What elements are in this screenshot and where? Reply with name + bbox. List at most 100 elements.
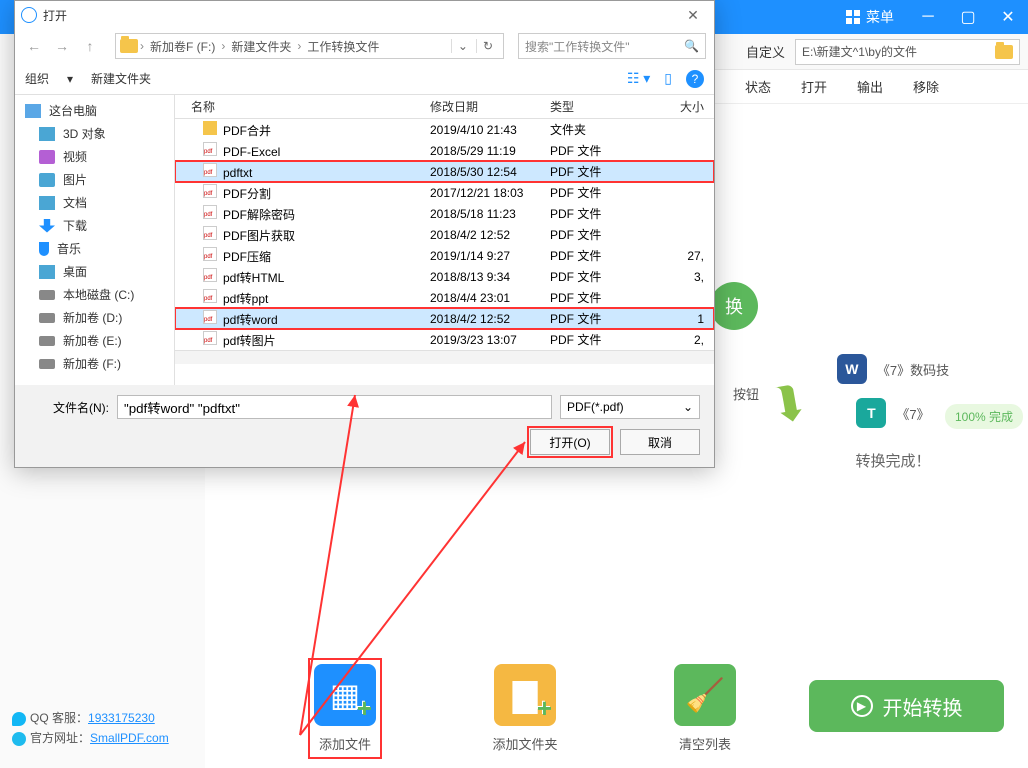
- open-button[interactable]: 打开(O): [530, 429, 610, 455]
- location-icon: [39, 336, 55, 346]
- refresh-button[interactable]: ↻: [476, 39, 499, 53]
- sidebar-item[interactable]: 桌面: [15, 260, 174, 283]
- pdf-icon: [203, 142, 217, 156]
- file-row[interactable]: PDF分割2017/12/21 18:03PDF 文件: [175, 182, 714, 203]
- filetype-select[interactable]: PDF(*.pdf)⌄: [560, 395, 700, 419]
- maximize-button[interactable]: ▢: [948, 0, 988, 34]
- file-list: 名称 修改日期 类型 大小 PDF合并2019/4/10 21:43文件夹PDF…: [175, 95, 714, 385]
- col-status: 状态: [745, 77, 771, 96]
- col-output: 输出: [857, 77, 883, 96]
- add-file-button[interactable]: ▦ 添加文件: [255, 658, 435, 759]
- dialog-titlebar: 打开 ✕: [15, 1, 714, 29]
- dialog-nav: ← → ↑ › 新加卷F (F:) › 新建文件夹 › 工作转换文件 ⌄ ↻ 搜…: [15, 29, 714, 63]
- search-icon: 🔍: [684, 39, 699, 53]
- pdf-icon: [203, 331, 217, 345]
- location-icon: [39, 127, 55, 141]
- file-row[interactable]: PDF-Excel2018/5/29 11:19PDF 文件: [175, 140, 714, 161]
- file-row[interactable]: PDF解除密码2018/5/18 11:23PDF 文件: [175, 203, 714, 224]
- location-icon: [39, 359, 55, 369]
- menu-icon: [846, 10, 860, 24]
- output-path-text: E:\新建文^1\by的文件: [802, 43, 917, 60]
- pdf-icon: [203, 184, 217, 198]
- col-type[interactable]: 类型: [550, 98, 635, 115]
- dialog-title: 打开: [43, 7, 67, 24]
- add-file-icon: ▦: [314, 664, 376, 726]
- preview-pane-button[interactable]: ▯: [664, 70, 672, 87]
- result-panel: 按钮 W 《7》数码技 T 《7》 100% 完成 转换完成！: [773, 354, 1013, 471]
- menu-button[interactable]: 菜单: [832, 0, 908, 34]
- sidebar-item[interactable]: 音乐: [15, 237, 174, 260]
- output-path-field[interactable]: E:\新建文^1\by的文件: [795, 39, 1020, 65]
- pdf-icon: [203, 289, 217, 303]
- done-label: 转换完成！: [773, 450, 1013, 471]
- button-hint: 按钮: [733, 384, 759, 403]
- file-row[interactable]: PDF合并2019/4/10 21:43文件夹: [175, 119, 714, 140]
- qq-icon: [12, 712, 26, 726]
- location-icon: [39, 150, 55, 164]
- new-folder-button[interactable]: 新建文件夹: [91, 70, 151, 87]
- minimize-button[interactable]: ─: [908, 0, 948, 34]
- text-icon: T: [856, 398, 886, 428]
- qq-link[interactable]: 1933175230: [88, 711, 155, 725]
- pdf-icon: [203, 163, 217, 177]
- folder-icon: [995, 45, 1013, 59]
- file-row[interactable]: pdf转图片2019/3/23 13:07PDF 文件2,: [175, 329, 714, 350]
- site-link[interactable]: SmallPDF.com: [90, 731, 169, 745]
- app-icon: [21, 7, 37, 23]
- sidebar-item[interactable]: 这台电脑: [15, 99, 174, 122]
- sidebar-item[interactable]: 图片: [15, 168, 174, 191]
- file-row[interactable]: pdf转HTML2018/8/13 9:34PDF 文件3,: [175, 266, 714, 287]
- breadcrumb-dropdown[interactable]: ⌄: [451, 39, 474, 53]
- sidebar-item[interactable]: 新加卷 (F:): [15, 352, 174, 375]
- file-row[interactable]: pdftxt2018/5/30 12:54PDF 文件: [175, 161, 714, 182]
- file-row[interactable]: PDF压缩2019/1/14 9:27PDF 文件27,: [175, 245, 714, 266]
- menu-label: 菜单: [866, 7, 894, 27]
- col-date[interactable]: 修改日期: [430, 98, 550, 115]
- col-remove: 移除: [913, 77, 939, 96]
- file-row[interactable]: pdf转ppt2018/4/4 23:01PDF 文件: [175, 287, 714, 308]
- horizontal-scrollbar[interactable]: [175, 350, 714, 364]
- play-icon: ▶: [851, 695, 873, 717]
- app-footer: QQ 客服：1933175230 官方网址：SmallPDF.com: [12, 708, 169, 748]
- search-input[interactable]: 搜索"工作转换文件" 🔍: [518, 33, 706, 59]
- back-button[interactable]: ←: [23, 35, 45, 57]
- crumb-folder2[interactable]: 工作转换文件: [303, 38, 383, 55]
- sidebar-item[interactable]: 3D 对象: [15, 122, 174, 145]
- forward-button[interactable]: →: [51, 35, 73, 57]
- up-button[interactable]: ↑: [79, 35, 101, 57]
- folder-icon: [120, 39, 138, 53]
- pdf-icon: [203, 268, 217, 282]
- browser-icon: [12, 732, 26, 746]
- folder-icon: [203, 121, 217, 135]
- start-convert-button[interactable]: ▶ 开始转换: [809, 680, 1004, 732]
- file-open-dialog: 打开 ✕ ← → ↑ › 新加卷F (F:) › 新建文件夹 › 工作转换文件 …: [14, 0, 715, 468]
- file-list-header: 名称 修改日期 类型 大小: [175, 95, 714, 119]
- search-placeholder: 搜索"工作转换文件": [525, 38, 630, 55]
- add-folder-button[interactable]: ▇ 添加文件夹: [435, 664, 615, 753]
- crumb-drive[interactable]: 新加卷F (F:): [146, 38, 219, 55]
- sidebar-item[interactable]: 视频: [15, 145, 174, 168]
- result-file-2[interactable]: T 《7》: [856, 398, 929, 428]
- cancel-button[interactable]: 取消: [620, 429, 700, 455]
- col-size[interactable]: 大小: [635, 98, 714, 115]
- breadcrumb[interactable]: › 新加卷F (F:) › 新建文件夹 › 工作转换文件 ⌄ ↻: [115, 33, 504, 59]
- view-mode-button[interactable]: ☷ ▾: [627, 70, 650, 87]
- col-name[interactable]: 名称: [175, 98, 430, 115]
- help-icon[interactable]: ?: [686, 70, 704, 88]
- filename-input[interactable]: [117, 395, 552, 419]
- result-file-1[interactable]: W 《7》数码技: [837, 354, 949, 384]
- close-button[interactable]: ✕: [988, 0, 1028, 34]
- file-row[interactable]: PDF图片获取2018/4/2 12:52PDF 文件: [175, 224, 714, 245]
- pdf-icon: [203, 205, 217, 219]
- sidebar-item[interactable]: 下载: [15, 214, 174, 237]
- organize-button[interactable]: 组织: [25, 70, 49, 87]
- sidebar-item[interactable]: 文档: [15, 191, 174, 214]
- sidebar-item[interactable]: 新加卷 (E:): [15, 329, 174, 352]
- crumb-folder1[interactable]: 新建文件夹: [227, 38, 295, 55]
- clear-list-button[interactable]: 🧹 清空列表: [615, 664, 795, 753]
- sidebar-item[interactable]: 本地磁盘 (C:): [15, 283, 174, 306]
- sidebar-item[interactable]: 新加卷 (D:): [15, 306, 174, 329]
- location-icon: [39, 196, 55, 210]
- file-row[interactable]: pdf转word2018/4/2 12:52PDF 文件1: [175, 308, 714, 329]
- dialog-close-button[interactable]: ✕: [678, 7, 708, 24]
